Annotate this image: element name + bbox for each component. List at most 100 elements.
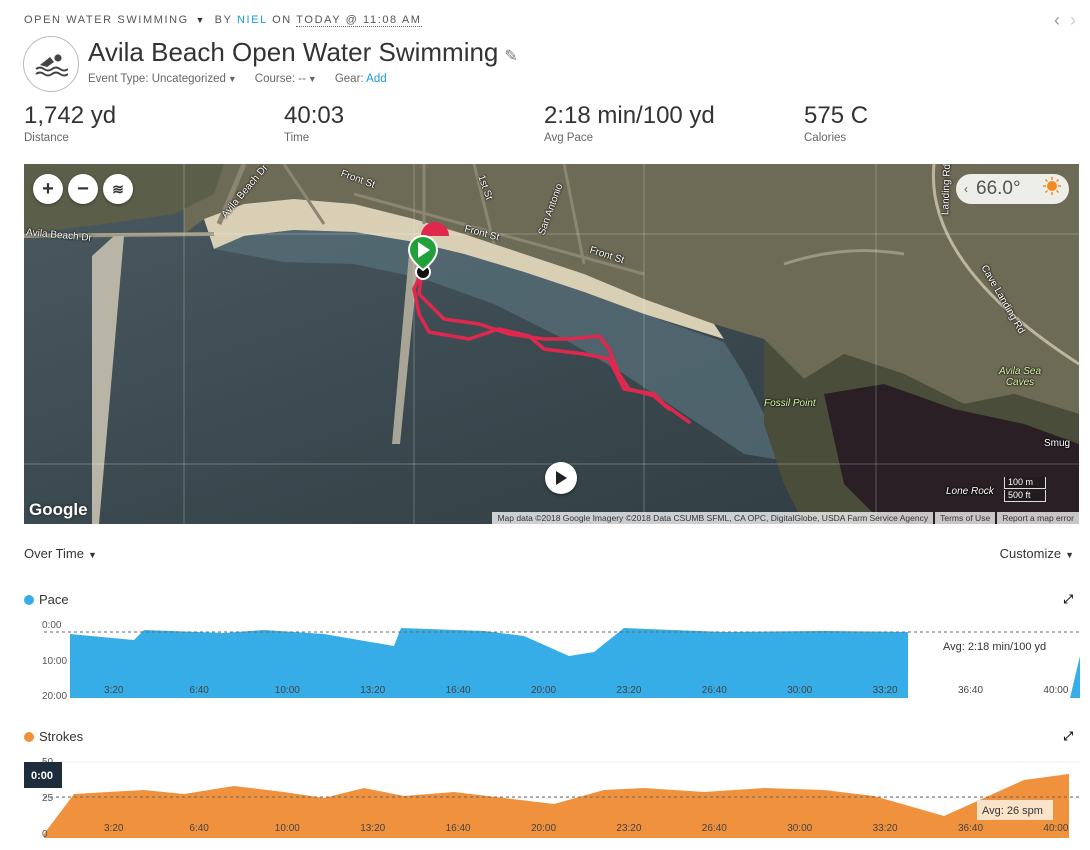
pace-y-tick: 10:00	[42, 656, 67, 667]
weather-badge[interactable]: ‹ 66.0°	[956, 174, 1069, 204]
strokes-y-tick: 25	[42, 793, 54, 804]
add-gear-link[interactable]: Add	[366, 73, 386, 85]
pace-x-tick: 16:40	[446, 685, 471, 696]
pace-x-tick: 40:00	[1043, 685, 1068, 696]
swimming-activity-icon	[23, 36, 79, 92]
pace-x-tick: 10:00	[275, 685, 300, 696]
chevron-left-icon[interactable]: ‹	[964, 182, 968, 196]
expand-strokes-icon[interactable]: ⤢	[1063, 729, 1073, 744]
play-route-button[interactable]	[545, 462, 577, 494]
strokes-x-tick: 33:20	[873, 823, 898, 834]
map-data-credit: Map data ©2018 Google Imagery ©2018 Data…	[492, 512, 934, 524]
map-label: Landing Rd	[940, 164, 953, 216]
stat-time: 40:03 Time	[284, 102, 544, 144]
owner-link[interactable]: NIEL	[237, 14, 267, 26]
strokes-x-tick: 36:40	[958, 823, 983, 834]
chart-mode-label: Over Time	[24, 546, 84, 561]
activity-breadcrumb: OPEN WATER SWIMMING ▼ BY NIEL ON TODAY @…	[24, 14, 422, 27]
caret-down-icon: ▼	[87, 550, 97, 560]
pace-x-tick: 26:40	[702, 685, 727, 696]
activity-nav: ‹ ›	[1044, 10, 1076, 31]
report-map-error-link[interactable]: Report a map error	[997, 512, 1079, 524]
sun-icon	[1043, 177, 1061, 201]
on-text: ON	[272, 14, 292, 26]
caret-down-icon: ▼	[227, 74, 237, 84]
page-title: Avila Beach Open Water Swimming ✎	[88, 37, 518, 68]
activity-meta: Event Type: Uncategorized ▼ Course: -- ▼ G…	[88, 73, 387, 85]
caret-down-icon[interactable]: ▼	[196, 15, 207, 25]
strokes-y-tick: 0	[42, 829, 48, 838]
scale-imperial: 500 ft	[1004, 490, 1046, 502]
map-label: Fossil Point	[764, 398, 816, 409]
strokes-x-tick: 23:20	[616, 823, 641, 834]
stat-value: 1,742 yd	[24, 102, 117, 129]
pace-y-tick: 0:00	[42, 620, 62, 631]
zoom-in-button[interactable]: +	[33, 174, 63, 204]
strokes-avg-label: Avg: 26 spm	[982, 805, 1043, 817]
pace-chart[interactable]: Avg: 2:18 min/100 yd 0:00 10:00 20:00 3:…	[24, 618, 1080, 700]
map-attribution: Map data ©2018 Google Imagery ©2018 Data…	[490, 512, 1079, 524]
expand-pace-icon[interactable]: ⤢	[1063, 592, 1073, 607]
pace-x-tick: 6:40	[189, 685, 209, 696]
course-label: Course: --	[254, 73, 306, 85]
chart-mode-dropdown[interactable]: Over Time ▼	[24, 546, 97, 561]
gear-field: Gear: Add	[335, 73, 387, 85]
strokes-legend[interactable]: Strokes	[24, 729, 83, 744]
strokes-dot-icon	[24, 731, 34, 742]
pace-legend[interactable]: Pace	[24, 592, 69, 607]
map-label: Avila Sea Caves	[998, 366, 1042, 388]
activity-title[interactable]: Avila Beach Open Water Swimming	[88, 37, 498, 67]
map-scale: 100 m 500 ft	[1004, 476, 1046, 502]
caret-down-icon: ▼	[1065, 550, 1074, 560]
map-label: Lone Rock	[946, 486, 994, 497]
zoom-out-button[interactable]: −	[68, 174, 98, 204]
activity-datetime[interactable]: TODAY @ 11:08 AM	[296, 14, 422, 27]
pace-x-tick: 23:20	[616, 685, 641, 696]
strokes-x-tick: 16:40	[446, 823, 471, 834]
stat-value: 575 C	[804, 102, 869, 129]
satellite-map[interactable]: Avila Beach Dr Avila Beach Dr Front St F…	[24, 164, 1079, 524]
stat-distance: 1,742 yd Distance	[24, 102, 284, 144]
activity-type-selector[interactable]: OPEN WATER SWIMMING	[24, 14, 189, 26]
strokes-x-tick: 13:20	[360, 823, 385, 834]
customize-dropdown[interactable]: Customize ▼	[1000, 546, 1074, 561]
pace-x-tick: 13:20	[360, 685, 385, 696]
pace-x-tick: 33:20	[873, 685, 898, 696]
strokes-label: Strokes	[39, 729, 84, 744]
scale-metric: 100 m	[1004, 477, 1046, 489]
stat-label: Avg Pace	[544, 132, 594, 144]
stat-label: Calories	[804, 132, 847, 144]
next-arrow-icon[interactable]: ›	[1070, 10, 1076, 30]
pace-x-tick: 30:00	[787, 685, 812, 696]
pace-x-tick: 3:20	[104, 685, 124, 696]
strokes-x-tick: 30:00	[787, 823, 812, 834]
strokes-chart[interactable]: Avg: 26 spm 50 25 0 0:00 3:206:4010:0013…	[24, 758, 1080, 838]
previous-arrow-icon[interactable]: ‹	[1054, 10, 1060, 30]
course-dropdown[interactable]: Course: -- ▼	[255, 73, 317, 85]
layers-icon[interactable]: ≋	[103, 174, 133, 204]
by-text: BY	[214, 14, 233, 26]
pencil-edit-icon[interactable]: ✎	[504, 48, 517, 65]
stat-avg-pace: 2:18 min/100 yd Avg Pace	[544, 102, 804, 144]
stat-calories: 575 C Calories	[804, 102, 1064, 144]
terms-of-use-link[interactable]: Terms of Use	[935, 512, 996, 524]
event-type-dropdown[interactable]: Event Type: Uncategorized ▼	[88, 73, 237, 85]
pace-x-tick: 36:40	[958, 685, 983, 696]
strokes-x-tick: 3:20	[104, 823, 124, 834]
google-logo: Google	[29, 500, 88, 519]
strokes-x-tick: 6:40	[189, 823, 209, 834]
summary-stats: 1,742 yd Distance 40:03 Time 2:18 min/100 …	[24, 102, 1064, 144]
customize-label: Customize	[999, 546, 1062, 561]
strokes-x-tick: 26:40	[702, 823, 727, 834]
stat-label: Distance	[24, 132, 69, 144]
caret-down-icon: ▼	[307, 74, 317, 84]
temperature: 66.0°	[976, 178, 1021, 199]
time-cursor-label: 0:00	[31, 770, 53, 782]
pace-avg-label: Avg: 2:18 min/100 yd	[943, 641, 1046, 653]
strokes-x-tick: 20:00	[531, 823, 556, 834]
stat-value: 2:18 min/100 yd	[544, 102, 715, 129]
stat-label: Time	[284, 132, 310, 144]
strokes-x-tick: 10:00	[275, 823, 300, 834]
event-type-label: Event Type: Uncategorized	[88, 73, 226, 85]
pace-y-tick: 20:00	[42, 691, 67, 700]
